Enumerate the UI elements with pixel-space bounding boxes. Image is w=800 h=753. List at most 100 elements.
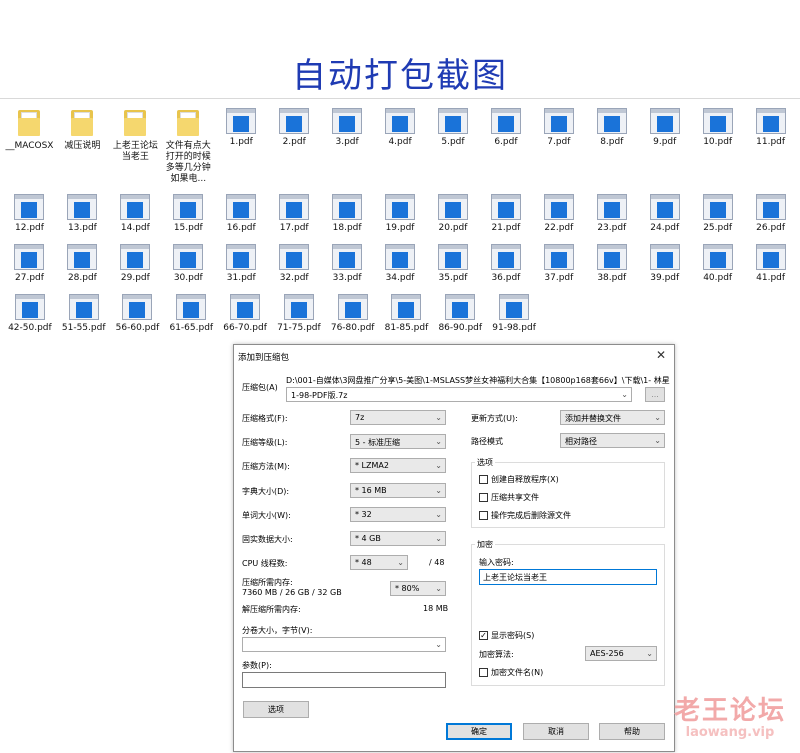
pdf-file-item[interactable]: 38.pdf bbox=[585, 244, 638, 294]
enc-method-select[interactable]: AES-256 ⌄ bbox=[585, 646, 657, 661]
pdf-file-item[interactable]: 9.pdf bbox=[638, 108, 691, 194]
pdf-file-item[interactable]: 19.pdf bbox=[374, 194, 427, 244]
pdf-file-icon bbox=[490, 194, 521, 220]
folder-item[interactable]: 上老王论坛当老王 bbox=[109, 108, 162, 194]
pdf-file-item[interactable]: 81-85.pdf bbox=[380, 294, 434, 344]
pathmode-select[interactable]: 相对路径 ⌄ bbox=[560, 433, 665, 448]
pdf-file-item[interactable]: 12.pdf bbox=[3, 194, 56, 244]
file-label: 3.pdf bbox=[335, 137, 359, 147]
pdf-file-item[interactable]: 14.pdf bbox=[109, 194, 162, 244]
archive-name-combo[interactable]: 1-98-PDF版.7z ⌄ bbox=[286, 387, 632, 402]
solid-select[interactable]: * 4 GB ⌄ bbox=[350, 531, 446, 546]
pdf-file-item[interactable]: 2.pdf bbox=[268, 108, 321, 194]
solid-label: 固实数据大小: bbox=[242, 535, 293, 544]
password-input[interactable]: 上老王论坛当老王 bbox=[479, 569, 657, 585]
pdf-file-item[interactable]: 31.pdf bbox=[215, 244, 268, 294]
pdf-file-item[interactable]: 24.pdf bbox=[638, 194, 691, 244]
ok-button[interactable]: 确定 bbox=[446, 723, 512, 740]
pdf-file-item[interactable]: 34.pdf bbox=[374, 244, 427, 294]
pdf-file-item[interactable]: 32.pdf bbox=[268, 244, 321, 294]
options-button[interactable]: 选项 bbox=[243, 701, 309, 718]
pdf-file-item[interactable]: 8.pdf bbox=[585, 108, 638, 194]
pdf-file-item[interactable]: 86-90.pdf bbox=[433, 294, 487, 344]
pdf-file-item[interactable]: 1.pdf bbox=[215, 108, 268, 194]
method-select[interactable]: * LZMA2 ⌄ bbox=[350, 458, 446, 473]
pdf-file-item[interactable]: 10.pdf bbox=[691, 108, 744, 194]
dict-select[interactable]: * 16 MB ⌄ bbox=[350, 483, 446, 498]
params-input[interactable] bbox=[242, 672, 446, 688]
format-select[interactable]: 7z ⌄ bbox=[350, 410, 446, 425]
pdf-file-item[interactable]: 37.pdf bbox=[532, 244, 585, 294]
file-label: 32.pdf bbox=[279, 273, 309, 283]
pdf-file-icon bbox=[385, 108, 416, 134]
pdf-file-item[interactable]: 21.pdf bbox=[479, 194, 532, 244]
split-select[interactable]: ⌄ bbox=[242, 637, 446, 652]
pdf-file-item[interactable]: 40.pdf bbox=[691, 244, 744, 294]
pdf-file-item[interactable]: 15.pdf bbox=[162, 194, 215, 244]
pdf-file-item[interactable]: 56-60.pdf bbox=[111, 294, 165, 344]
pdf-file-item[interactable]: 27.pdf bbox=[3, 244, 56, 294]
pdf-file-item[interactable]: 41.pdf bbox=[744, 244, 797, 294]
mem-percent-select[interactable]: * 80% ⌄ bbox=[390, 581, 446, 596]
pdf-file-item[interactable]: 33.pdf bbox=[321, 244, 374, 294]
pdf-file-item[interactable]: 71-75.pdf bbox=[272, 294, 326, 344]
pdf-file-item[interactable]: 39.pdf bbox=[638, 244, 691, 294]
pdf-file-item[interactable]: 51-55.pdf bbox=[57, 294, 111, 344]
file-label: 41.pdf bbox=[756, 273, 786, 283]
pdf-file-item[interactable]: 36.pdf bbox=[479, 244, 532, 294]
pdf-file-item[interactable]: 35.pdf bbox=[427, 244, 480, 294]
close-icon[interactable]: ✕ bbox=[656, 348, 666, 362]
file-label: 29.pdf bbox=[120, 273, 150, 283]
shared-label: 压缩共享文件 bbox=[491, 493, 539, 502]
folder-item[interactable]: 减压说明 bbox=[56, 108, 109, 194]
browse-button[interactable]: ... bbox=[645, 387, 665, 402]
pdf-file-icon bbox=[176, 294, 207, 320]
pdf-file-item[interactable]: 30.pdf bbox=[162, 244, 215, 294]
pdf-file-item[interactable]: 16.pdf bbox=[215, 194, 268, 244]
pdf-file-item[interactable]: 25.pdf bbox=[691, 194, 744, 244]
file-label: 20.pdf bbox=[438, 223, 468, 233]
update-select[interactable]: 添加并替换文件 ⌄ bbox=[560, 410, 665, 425]
pdf-file-item[interactable]: 42-50.pdf bbox=[3, 294, 57, 344]
pdf-file-item[interactable]: 4.pdf bbox=[374, 108, 427, 194]
pdf-file-item[interactable]: 7.pdf bbox=[532, 108, 585, 194]
pdf-file-item[interactable]: 13.pdf bbox=[56, 194, 109, 244]
pdf-file-icon bbox=[755, 194, 786, 220]
delete-checkbox[interactable]: 操作完成后删除源文件 bbox=[479, 510, 571, 521]
pdf-file-item[interactable]: 5.pdf bbox=[427, 108, 480, 194]
pdf-file-item[interactable]: 6.pdf bbox=[479, 108, 532, 194]
shared-checkbox[interactable]: 压缩共享文件 bbox=[479, 492, 539, 503]
pdf-file-item[interactable]: 76-80.pdf bbox=[326, 294, 380, 344]
file-label: 56-60.pdf bbox=[115, 323, 160, 333]
level-select[interactable]: 5 - 标准压缩 ⌄ bbox=[350, 434, 446, 449]
pdf-file-item[interactable]: 28.pdf bbox=[56, 244, 109, 294]
pdf-file-item[interactable]: 17.pdf bbox=[268, 194, 321, 244]
encrypt-names-checkbox[interactable]: 加密文件名(N) bbox=[479, 667, 543, 678]
pdf-file-item[interactable]: 26.pdf bbox=[744, 194, 797, 244]
pdf-file-item[interactable]: 29.pdf bbox=[109, 244, 162, 294]
pdf-file-item[interactable]: 22.pdf bbox=[532, 194, 585, 244]
pdf-file-item[interactable]: 61-65.pdf bbox=[164, 294, 218, 344]
pdf-file-item[interactable]: 20.pdf bbox=[427, 194, 480, 244]
pdf-file-item[interactable]: 3.pdf bbox=[321, 108, 374, 194]
pdf-file-icon bbox=[173, 194, 204, 220]
pdf-file-icon bbox=[332, 194, 363, 220]
pdf-file-item[interactable]: 66-70.pdf bbox=[218, 294, 272, 344]
level-label: 压缩等级(L): bbox=[242, 438, 288, 447]
pdf-file-item[interactable]: 91-98.pdf bbox=[487, 294, 541, 344]
folder-item[interactable]: 文件有点大打开的时候多等几分钟如果电... bbox=[162, 108, 215, 194]
pdf-file-item[interactable]: 18.pdf bbox=[321, 194, 374, 244]
watermark: 老王论坛 laowang.vip bbox=[674, 690, 786, 740]
help-button[interactable]: 帮助 bbox=[599, 723, 665, 740]
cancel-button[interactable]: 取消 bbox=[523, 723, 589, 740]
threads-select[interactable]: * 48 ⌄ bbox=[350, 555, 408, 570]
file-label: 86-90.pdf bbox=[438, 323, 483, 333]
word-select[interactable]: * 32 ⌄ bbox=[350, 507, 446, 522]
show-password-checkbox[interactable]: ✓ 显示密码(S) bbox=[479, 630, 534, 641]
folder-item[interactable]: __MACOSX bbox=[3, 108, 56, 194]
pdf-file-icon bbox=[445, 294, 476, 320]
pdf-file-item[interactable]: 23.pdf bbox=[585, 194, 638, 244]
sfx-checkbox[interactable]: 创建自释放程序(X) bbox=[479, 474, 559, 485]
pdf-file-item[interactable]: 11.pdf bbox=[744, 108, 797, 194]
file-label: 11.pdf bbox=[756, 137, 786, 147]
